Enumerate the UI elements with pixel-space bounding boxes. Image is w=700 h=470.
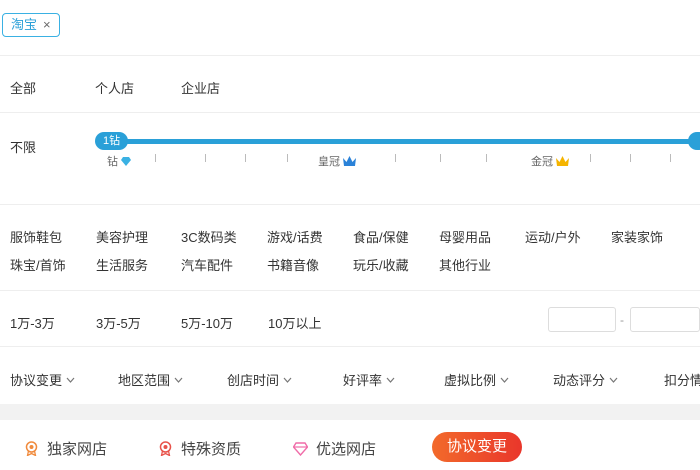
level-tick [670, 154, 671, 162]
category-games[interactable]: 游戏/话费 [267, 227, 323, 246]
category-life-services[interactable]: 生活服务 [96, 255, 148, 274]
selected-tags-row [0, 0, 700, 56]
medal-icon [25, 441, 38, 456]
filter-rating[interactable]: 好评率 [343, 370, 395, 389]
price-10w-plus[interactable]: 10万以上 [268, 313, 321, 332]
category-row [0, 205, 700, 291]
level-tick [440, 154, 441, 162]
agreement-change-button[interactable]: 协议变更 [432, 432, 522, 462]
category-clothing[interactable]: 服饰鞋包 [10, 227, 62, 246]
tab-exclusive-shops[interactable]: 独家网店 [24, 438, 107, 459]
filter-dynamic-score[interactable]: 动态评分 [553, 370, 618, 389]
level-mark-gold-crown-label: 金冠 [531, 156, 553, 168]
level-tick [287, 154, 288, 162]
level-tick [630, 154, 631, 162]
selected-tag-label: 淘宝 [11, 17, 38, 32]
filter-agreement-change[interactable]: 协议变更 [10, 370, 75, 389]
level-unlimited-label[interactable]: 不限 [10, 137, 36, 156]
chevron-down-icon [66, 377, 75, 383]
shop-type-personal[interactable]: 个人店 [95, 78, 134, 97]
chevron-down-icon [500, 377, 509, 383]
price-min-input[interactable] [548, 307, 616, 332]
level-tick [486, 154, 487, 162]
chevron-down-icon [386, 377, 395, 383]
filter-label: 动态评分 [553, 373, 606, 388]
diamond-icon [293, 442, 308, 456]
price-range-separator: - [620, 313, 624, 327]
filter-region[interactable]: 地区范围 [118, 370, 183, 389]
tab-label: 优选网店 [316, 441, 377, 458]
category-collectibles[interactable]: 玩乐/收藏 [353, 255, 409, 274]
filter-label: 扣分情 [664, 373, 700, 388]
category-books[interactable]: 书籍音像 [267, 255, 319, 274]
category-3c-digital[interactable]: 3C数码类 [181, 227, 237, 246]
level-tick [155, 154, 156, 162]
level-mark-crown: 皇冠 [318, 153, 356, 169]
chevron-down-icon [174, 377, 183, 383]
level-slider-right-handle[interactable] [688, 132, 700, 150]
level-tick [205, 154, 206, 162]
filter-label: 好评率 [343, 373, 383, 388]
tab-preferred-shops[interactable]: 优选网店 [293, 438, 376, 459]
chevron-down-icon [283, 377, 292, 383]
category-other[interactable]: 其他行业 [439, 255, 491, 274]
close-icon[interactable]: × [43, 14, 51, 36]
badge-icon [159, 441, 172, 456]
category-auto-parts[interactable]: 汽车配件 [181, 255, 233, 274]
category-beauty[interactable]: 美容护理 [96, 227, 148, 246]
category-jewelry[interactable]: 珠宝/首饰 [10, 255, 66, 274]
level-mark-diamond-label: 钻 [107, 156, 118, 168]
shop-type-all[interactable]: 全部 [10, 78, 36, 97]
category-sports[interactable]: 运动/户外 [525, 227, 581, 246]
level-mark-crown-label: 皇冠 [318, 156, 340, 168]
category-baby[interactable]: 母婴用品 [439, 227, 491, 246]
selected-tag-taobao[interactable]: 淘宝 × [2, 13, 60, 37]
gold-crown-icon [556, 156, 569, 166]
blue-crown-icon [343, 156, 356, 166]
level-slider-left-handle[interactable]: 1钻 [95, 132, 129, 150]
filter-founding-time[interactable]: 创店时间 [227, 370, 292, 389]
filter-label: 虚拟比例 [444, 373, 497, 388]
level-mark-gold-crown: 金冠 [531, 153, 569, 169]
shop-type-enterprise[interactable]: 企业店 [181, 78, 220, 97]
chevron-down-icon [609, 377, 618, 383]
price-max-input[interactable] [630, 307, 700, 332]
filter-deduction[interactable]: 扣分情 [664, 370, 700, 389]
filter-label: 地区范围 [118, 373, 171, 388]
filter-label: 创店时间 [227, 373, 280, 388]
level-tick [395, 154, 396, 162]
category-home[interactable]: 家装家饰 [611, 227, 663, 246]
price-3w-5w[interactable]: 3万-5万 [96, 313, 141, 332]
category-food[interactable]: 食品/保健 [353, 227, 409, 246]
level-mark-diamond: 钻 [107, 153, 131, 169]
tab-special-qualification[interactable]: 特殊资质 [158, 438, 241, 459]
level-slider-track[interactable] [97, 139, 700, 144]
price-1w-3w[interactable]: 1万-3万 [10, 313, 55, 332]
level-tick [245, 154, 246, 162]
filter-virtual-ratio[interactable]: 虚拟比例 [444, 370, 509, 389]
price-5w-10w[interactable]: 5万-10万 [181, 313, 233, 332]
diamond-icon [121, 157, 131, 166]
tab-label: 特殊资质 [181, 441, 242, 458]
filter-label: 协议变更 [10, 373, 63, 388]
section-divider [0, 404, 700, 420]
level-tick [590, 154, 591, 162]
tab-label: 独家网店 [47, 441, 108, 458]
